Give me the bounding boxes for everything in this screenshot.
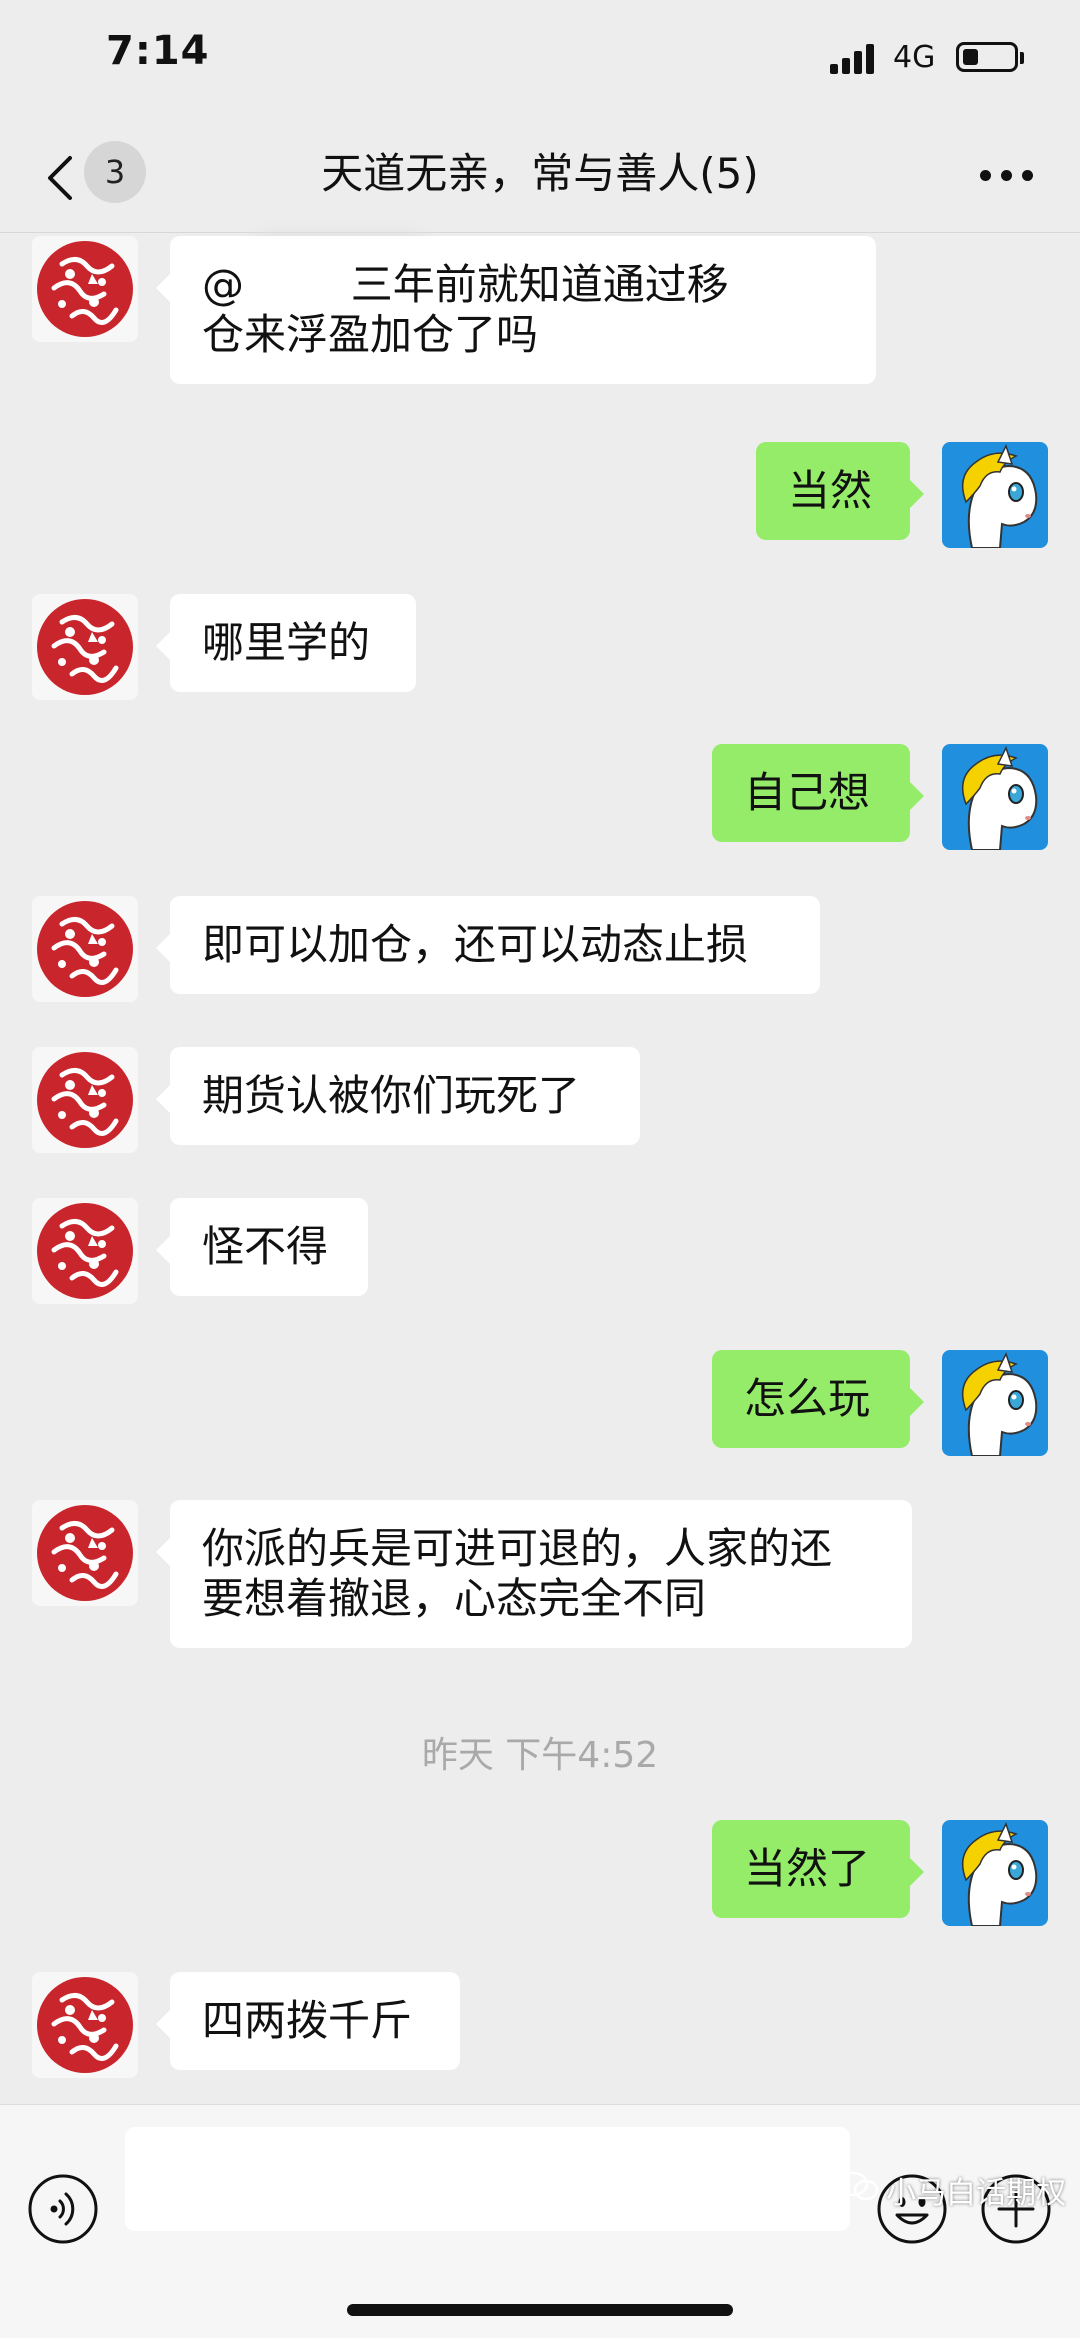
- network-label: 4G: [893, 40, 936, 75]
- self-avatar[interactable]: [942, 1820, 1048, 1926]
- battery-level: [963, 49, 978, 65]
- battery-icon: [956, 42, 1018, 72]
- contact-avatar[interactable]: [32, 236, 138, 342]
- received-message-bubble[interactable]: 你派的兵是可进可退的，人家的还 要想着撤退，心态完全不同: [156, 1500, 912, 1648]
- sent-message-bubble[interactable]: 自己想: [712, 744, 924, 842]
- self-avatar[interactable]: [942, 1350, 1048, 1456]
- contact-avatar[interactable]: [32, 1047, 138, 1153]
- home-indicator: [347, 2304, 733, 2316]
- chat-header: 3 天道无亲，常与善人(5): [0, 120, 1080, 233]
- battery-tip: [1020, 52, 1024, 64]
- received-message-bubble[interactable]: 怪不得: [156, 1198, 368, 1296]
- ellipsis-icon[interactable]: [980, 170, 1034, 184]
- received-message-bubble[interactable]: @ 三年前就知道通过移 仓来浮盈加仓了吗: [156, 236, 876, 384]
- wechat-logo-icon: [837, 2171, 879, 2201]
- received-message-bubble[interactable]: 即可以加仓，还可以动态止损: [156, 896, 820, 994]
- status-time: 7:14: [106, 28, 210, 74]
- input-bar: [0, 2104, 1080, 2338]
- contact-avatar[interactable]: [32, 1198, 138, 1304]
- message-timestamp: 昨天 下午4:52: [421, 1735, 659, 1776]
- self-avatar[interactable]: [942, 744, 1048, 850]
- self-avatar[interactable]: [942, 442, 1048, 548]
- voice-icon[interactable]: [27, 2173, 99, 2245]
- sent-message-bubble[interactable]: 当然: [756, 442, 924, 540]
- unread-count-badge[interactable]: 3: [84, 141, 146, 203]
- received-message-bubble[interactable]: 哪里学的: [156, 594, 416, 692]
- chat-title: 天道无亲，常与善人(5): [321, 149, 759, 198]
- contact-avatar[interactable]: [32, 594, 138, 700]
- chevron-left-icon[interactable]: [42, 154, 82, 202]
- message-input[interactable]: [125, 2127, 850, 2231]
- sent-message-bubble[interactable]: 当然了: [712, 1820, 924, 1918]
- sent-message-bubble[interactable]: 怎么玩: [712, 1350, 924, 1448]
- watermark-text: 小马白话期权: [886, 2176, 1066, 2211]
- received-message-bubble[interactable]: 期货认被你们玩死了: [156, 1047, 640, 1145]
- signal-icon: [830, 42, 878, 74]
- status-bar: 7:14 4G: [0, 0, 1080, 120]
- contact-avatar[interactable]: [32, 896, 138, 1002]
- contact-avatar[interactable]: [32, 1972, 138, 2078]
- received-message-bubble[interactable]: 四两拨千斤: [156, 1972, 460, 2070]
- contact-avatar[interactable]: [32, 1500, 138, 1606]
